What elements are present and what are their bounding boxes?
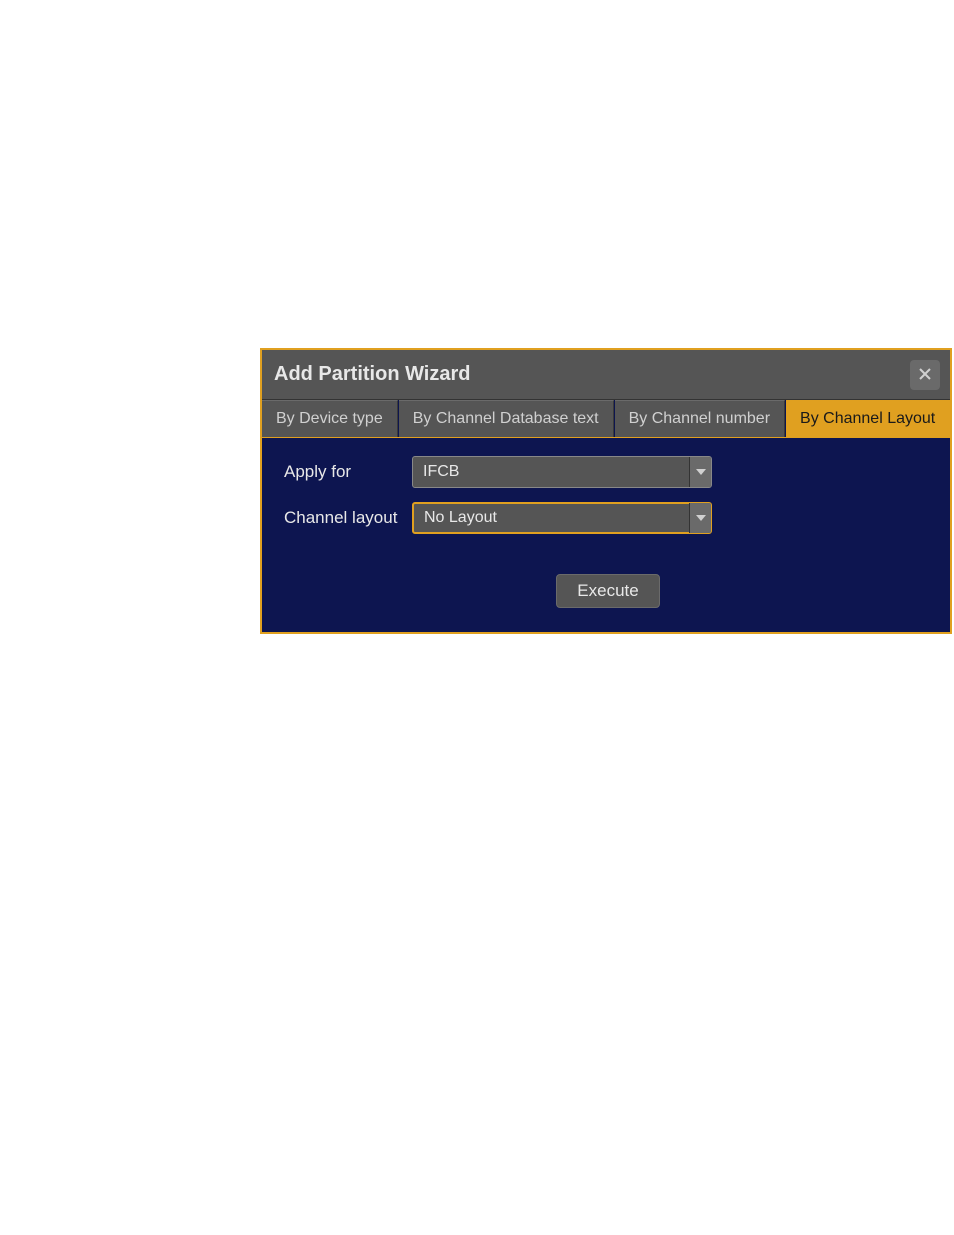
dialog-content: Apply for IFCB Channel layout No Layout … (262, 438, 950, 632)
add-partition-wizard-dialog: Add Partition Wizard By Device type By C… (260, 348, 952, 634)
chevron-down-icon (696, 469, 706, 475)
channel-layout-dropdown[interactable]: No Layout (412, 502, 712, 534)
tab-by-device-type[interactable]: By Device type (262, 400, 398, 437)
tab-by-channel-database-text[interactable]: By Channel Database text (399, 400, 614, 437)
close-button[interactable] (910, 360, 940, 390)
tab-bar: By Device type By Channel Database text … (262, 400, 950, 438)
dialog-title: Add Partition Wizard (274, 363, 470, 386)
close-icon (918, 366, 932, 384)
chevron-down-icon (696, 515, 706, 521)
apply-for-value: IFCB (423, 463, 701, 481)
button-row: Execute (284, 574, 932, 608)
apply-for-dropdown[interactable]: IFCB (412, 456, 712, 488)
title-bar: Add Partition Wizard (262, 350, 950, 400)
tab-by-channel-layout[interactable]: By Channel Layout (786, 400, 950, 437)
execute-button[interactable]: Execute (556, 574, 659, 608)
channel-layout-label: Channel layout (284, 508, 412, 528)
apply-for-dropdown-button[interactable] (689, 457, 711, 487)
apply-for-row: Apply for IFCB (284, 456, 932, 488)
tab-by-channel-number[interactable]: By Channel number (615, 400, 785, 437)
channel-layout-dropdown-button[interactable] (689, 503, 711, 533)
channel-layout-value: No Layout (424, 509, 700, 527)
apply-for-label: Apply for (284, 462, 412, 482)
channel-layout-row: Channel layout No Layout (284, 502, 932, 534)
